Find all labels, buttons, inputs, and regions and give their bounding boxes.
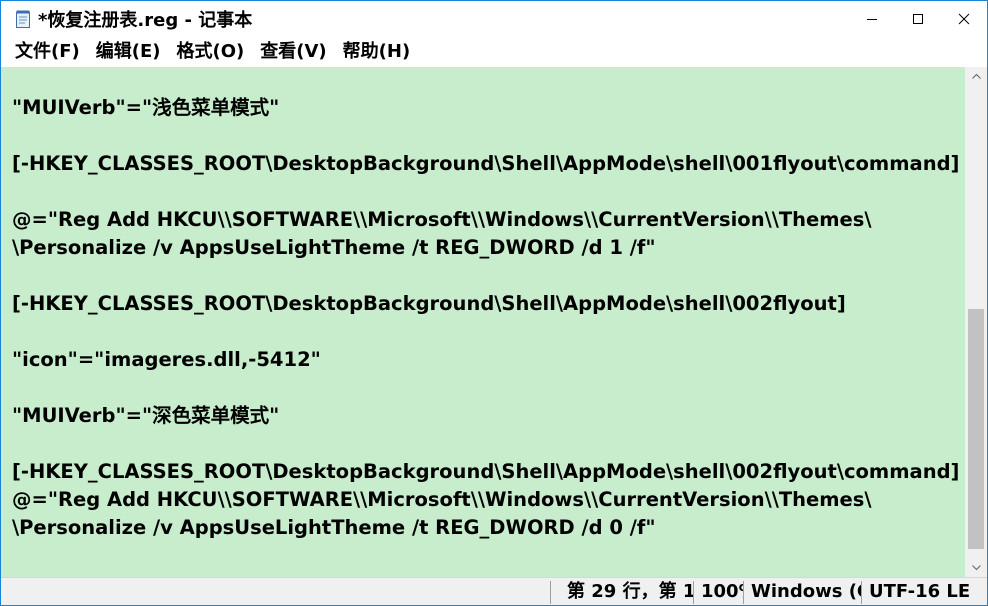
maximize-icon bbox=[913, 14, 923, 24]
status-cursor-position: 第 29 行，第 1 bbox=[567, 581, 693, 602]
status-line-ending: Windows (CRLF) bbox=[751, 581, 861, 602]
editor-line: [-HKEY_CLASSES_ROOT\DesktopBackground\Sh… bbox=[12, 460, 960, 483]
editor-line: @="Reg Add HKCU\\SOFTWARE\\Microsoft\\Wi… bbox=[12, 208, 872, 231]
scroll-down-button[interactable] bbox=[965, 559, 987, 577]
editor-line: @="Reg Add HKCU\\SOFTWARE\\Microsoft\\Wi… bbox=[12, 488, 872, 511]
scrollbar-thumb[interactable] bbox=[968, 309, 984, 549]
minimize-button[interactable] bbox=[849, 1, 895, 37]
status-separator bbox=[861, 581, 862, 604]
maximize-button[interactable] bbox=[895, 1, 941, 37]
menu-help[interactable]: 帮助(H) bbox=[335, 37, 419, 67]
status-separator bbox=[550, 581, 551, 604]
menu-edit[interactable]: 编辑(E) bbox=[88, 37, 169, 67]
menu-file[interactable]: 文件(F) bbox=[7, 37, 88, 67]
status-separator bbox=[693, 581, 694, 604]
close-button[interactable] bbox=[941, 1, 987, 37]
menu-view[interactable]: 查看(V) bbox=[252, 37, 334, 67]
menu-bar: 文件(F) 编辑(E) 格式(O) 查看(V) 帮助(H) bbox=[1, 37, 987, 67]
status-encoding: UTF-16 LE bbox=[869, 581, 969, 602]
scroll-up-button[interactable] bbox=[965, 67, 987, 85]
vertical-scrollbar[interactable] bbox=[965, 67, 987, 577]
close-icon bbox=[958, 13, 970, 25]
chevron-down-icon bbox=[971, 565, 981, 571]
editor-line: "MUIVerb"="浅色菜单模式" bbox=[12, 96, 280, 119]
editor-line: [-HKEY_CLASSES_ROOT\DesktopBackground\Sh… bbox=[12, 152, 960, 175]
editor-content: "MUIVerb"="浅色菜单模式" [-HKEY_CLASSES_ROOT\D… bbox=[12, 94, 965, 542]
editor-line: [-HKEY_CLASSES_ROOT\DesktopBackground\Sh… bbox=[12, 292, 846, 315]
text-editor[interactable]: "MUIVerb"="浅色菜单模式" [-HKEY_CLASSES_ROOT\D… bbox=[1, 67, 965, 577]
editor-line: \Personalize /v AppsUseLightTheme /t REG… bbox=[12, 236, 656, 259]
minimize-icon bbox=[867, 19, 877, 20]
notepad-icon bbox=[16, 10, 30, 28]
window-title: *恢复注册表.reg - 记事本 bbox=[38, 10, 253, 31]
chevron-up-icon bbox=[971, 73, 981, 79]
menu-format[interactable]: 格式(O) bbox=[169, 37, 253, 67]
title-bar[interactable]: *恢复注册表.reg - 记事本 bbox=[1, 1, 987, 37]
status-bar: 第 29 行，第 1 100% Windows (CRLF) UTF-16 LE bbox=[1, 577, 987, 605]
editor-line: "icon"="imageres.dll,-5412" bbox=[12, 348, 321, 371]
editor-line: "MUIVerb"="深色菜单模式" bbox=[12, 404, 280, 427]
status-separator bbox=[743, 581, 744, 604]
caption-buttons bbox=[849, 1, 987, 37]
notepad-window: *恢复注册表.reg - 记事本 文件(F) 编辑(E) 格式(O) 查看(V)… bbox=[0, 0, 988, 606]
status-zoom: 100% bbox=[701, 581, 743, 602]
editor-line: \Personalize /v AppsUseLightTheme /t REG… bbox=[12, 516, 656, 539]
